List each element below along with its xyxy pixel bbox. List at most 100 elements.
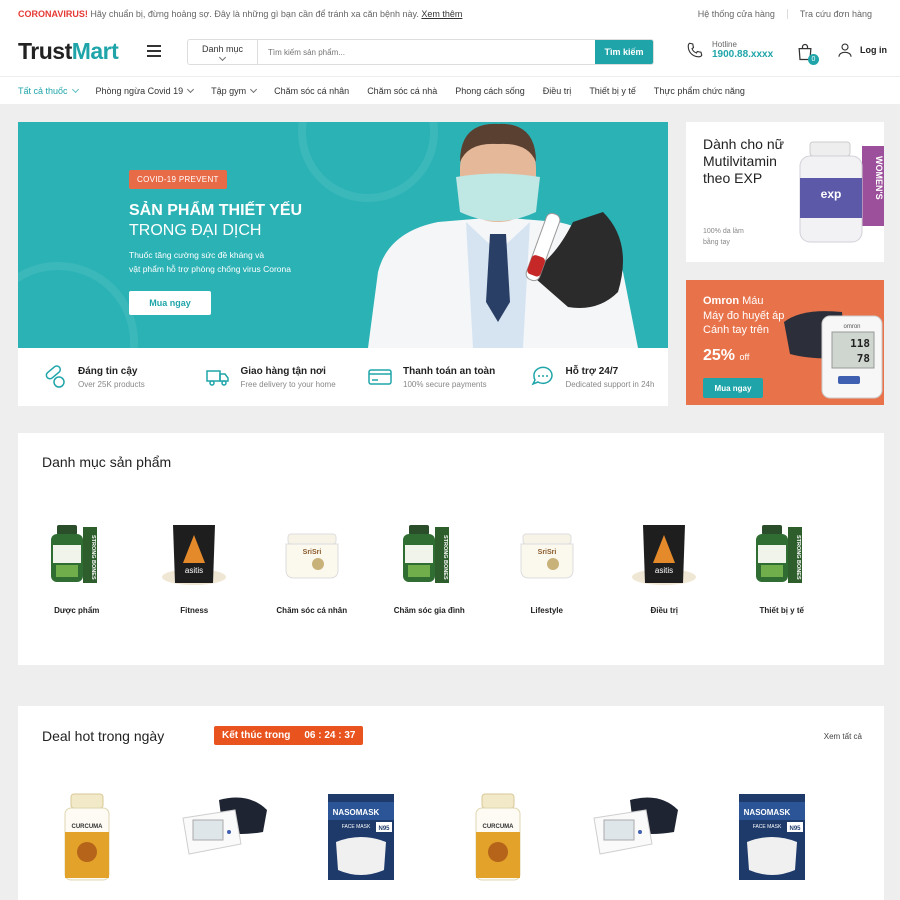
product-label: FACE MASK bbox=[752, 824, 781, 830]
nav-item-personal-care[interactable]: Chăm sóc cá nhân bbox=[274, 86, 349, 96]
main-nav: Tất cả thuốc Phòng ngừa Covid 19 Tập gym… bbox=[0, 76, 900, 104]
category-label: Lifestyle bbox=[530, 606, 563, 615]
nav-item-gym[interactable]: Tập gym bbox=[211, 85, 258, 96]
deals-section: Deal hot trong ngày Kết thúc trong 06 : … bbox=[18, 706, 884, 900]
nav-label: Điều trị bbox=[542, 85, 572, 96]
see-all-link[interactable]: Xem tất cả bbox=[824, 732, 862, 741]
nav-label: Chăm sóc cá nhân bbox=[274, 85, 350, 96]
product-tag: STRONG BONES bbox=[795, 535, 801, 580]
nav-item-all-medicine[interactable]: Tất cả thuốc bbox=[18, 85, 79, 96]
hero-buy-button[interactable]: Mua ngay bbox=[129, 291, 211, 315]
countdown-timer: Kết thúc trong 06 : 24 : 37 bbox=[214, 726, 364, 745]
hero-banner[interactable]: COVID-19 PREVENT SẢN PHẨM THIẾT YẾU TRON… bbox=[18, 122, 668, 348]
product-brand: exp bbox=[821, 187, 842, 201]
omron-discount: 25% off bbox=[703, 347, 749, 365]
categories-title: Danh mục sản phẩm bbox=[42, 454, 172, 470]
product-brand: asitis bbox=[655, 566, 673, 575]
hero-subtitle: TRONG ĐẠI DỊCH bbox=[129, 222, 262, 239]
product-tag: STRONG BONES bbox=[90, 535, 96, 580]
login-label: Log in bbox=[860, 45, 887, 55]
category-image: STRONG BONES bbox=[742, 519, 822, 589]
deal-product-bp-monitor[interactable] bbox=[155, 792, 292, 882]
category-item[interactable]: asitis Fitness bbox=[136, 519, 254, 615]
category-item[interactable]: STRONG BONES Dược phẩm bbox=[18, 519, 136, 615]
category-image: asitis bbox=[154, 519, 234, 589]
hero-desc-line: Thuốc tăng cường sức đề kháng và bbox=[129, 250, 265, 260]
search-category-label: Danh mục bbox=[201, 44, 244, 54]
search-category-select[interactable]: Danh mục bbox=[188, 40, 258, 64]
card-icon bbox=[368, 369, 392, 385]
chevron-down-icon bbox=[187, 85, 195, 93]
alert-more-link[interactable]: Xem thêm bbox=[421, 9, 462, 19]
login-button[interactable]: Log in bbox=[836, 41, 887, 59]
deal-product-curcuma[interactable]: CURCUMA bbox=[429, 792, 566, 882]
category-label: Điều trị bbox=[650, 606, 679, 615]
nav-item-lifestyle[interactable]: Phong cách sống bbox=[455, 86, 525, 96]
search-input[interactable] bbox=[258, 40, 595, 64]
logo[interactable]: TrustMart bbox=[18, 38, 119, 65]
truck-icon bbox=[205, 370, 229, 386]
chat-icon bbox=[530, 366, 553, 386]
nav-item-supplements[interactable]: Thực phẩm chức năng bbox=[654, 86, 745, 96]
store-system-link[interactable]: Hệ thống cửa hàng bbox=[686, 9, 787, 19]
feature-sub: Dedicated support in 24h bbox=[565, 379, 655, 389]
feature-title: Giao hàng tận nơi bbox=[240, 365, 326, 377]
countdown-value: 06 : 24 : 37 bbox=[304, 730, 356, 741]
cart-count-badge: 0 bbox=[808, 54, 819, 65]
deal-product-mask[interactable]: NASOMASK N95 FACE MASK bbox=[292, 792, 429, 882]
category-item[interactable]: asitis Điều trị bbox=[606, 519, 724, 615]
omron-percent: 25% bbox=[703, 347, 736, 364]
alert-text: Hãy chuẩn bị, đừng hoảng sợ. Đây là nhữn… bbox=[90, 9, 419, 19]
hotline-label: Hotline bbox=[712, 40, 737, 49]
product-tag: WOMEN'S bbox=[874, 156, 884, 200]
feature-title: Đáng tin cậy bbox=[78, 365, 138, 377]
feature-sub: 100% secure payments bbox=[403, 379, 487, 389]
deal-product-curcuma[interactable]: CURCUMA bbox=[18, 792, 155, 882]
cart-button[interactable]: 0 bbox=[795, 42, 819, 65]
nav-item-medical-devices[interactable]: Thiết bị y tế bbox=[589, 86, 636, 96]
countdown-label: Kết thúc trong bbox=[222, 730, 291, 741]
product-label: FACE MASK bbox=[341, 824, 370, 830]
omron-banner[interactable]: Omron Máu Máy đo huyết áp Cánh tay trên … bbox=[686, 280, 884, 405]
category-item[interactable]: SriSri Lifestyle bbox=[488, 519, 606, 615]
omron-buy-button[interactable]: Mua ngay bbox=[703, 378, 763, 398]
feature-sub: Free delivery to your home bbox=[240, 379, 336, 389]
category-item[interactable]: SriSri Chăm sóc cá nhân bbox=[253, 519, 371, 615]
omron-brand-name: Omron bbox=[703, 295, 740, 307]
nav-label: Phòng ngừa Covid 19 bbox=[95, 85, 184, 96]
product-tag: N95 bbox=[378, 826, 390, 832]
hotline[interactable]: Hotline 1900.88.xxxx bbox=[686, 40, 773, 60]
nav-item-home-care[interactable]: Chăm sóc cá nhà bbox=[367, 86, 437, 96]
feature-item: Hỗ trợ 24/7 Dedicated support in 24h bbox=[506, 364, 669, 390]
chevron-down-icon bbox=[71, 85, 79, 93]
categories-section: Danh mục sản phẩm STRONG BONES Dược phẩm a… bbox=[18, 433, 884, 665]
deal-product-mask[interactable]: NASOMASK N95 FACE MASK bbox=[703, 792, 840, 882]
category-list: STRONG BONES Dược phẩm asitis Fitness SriSri… bbox=[18, 519, 884, 615]
hero-title: SẢN PHẨM THIẾT YẾU bbox=[129, 202, 303, 219]
order-lookup-link[interactable]: Tra cứu đơn hàng bbox=[786, 9, 884, 19]
top-announcement-bar: CORONAVIRUS! Hãy chuẩn bị, đừng hoảng sợ… bbox=[0, 0, 900, 28]
search-bar: Danh mục Tìm kiếm bbox=[187, 39, 654, 65]
feature-item: Đáng tin cậy Over 25K products bbox=[18, 364, 181, 390]
hero-badge: COVID-19 PREVENT bbox=[129, 170, 227, 189]
category-label: Thiết bị y tế bbox=[759, 606, 804, 615]
menu-icon[interactable] bbox=[147, 45, 161, 57]
nav-item-covid[interactable]: Phòng ngừa Covid 19 bbox=[95, 85, 195, 96]
deal-product-bp-monitor[interactable] bbox=[566, 792, 703, 882]
multivitamin-banner[interactable]: Dành cho nữ Mutilvitamin theo EXP 100% d… bbox=[686, 122, 884, 262]
phone-icon bbox=[687, 42, 703, 58]
feature-title: Thanh toán an toàn bbox=[403, 365, 496, 377]
multivitamin-sub: 100% da làm bằng tay bbox=[703, 228, 744, 246]
hero-description: Thuốc tăng cường sức đề kháng và vật phẩ… bbox=[129, 248, 329, 276]
category-item[interactable]: STRONG BONES Chăm sóc gia đình bbox=[371, 519, 489, 615]
covid-alert: CORONAVIRUS! Hãy chuẩn bị, đừng hoảng sợ… bbox=[18, 9, 462, 19]
product-brand: asitis bbox=[185, 566, 203, 575]
chevron-down-icon bbox=[250, 85, 258, 93]
category-item[interactable]: STRONG BONES Thiết bị y tế bbox=[723, 519, 841, 615]
product-tag: STRONG BONES bbox=[442, 535, 448, 580]
category-image: SriSri bbox=[272, 519, 352, 589]
deal-product-list: CURCUMA NASOMASK N95 FACE MASK CURCUMA NASOMA… bbox=[18, 792, 884, 882]
nav-item-treatment[interactable]: Điều trị bbox=[543, 86, 572, 96]
feature-item: Thanh toán an toàn 100% secure payments bbox=[343, 364, 506, 390]
search-button[interactable]: Tìm kiếm bbox=[595, 40, 653, 64]
